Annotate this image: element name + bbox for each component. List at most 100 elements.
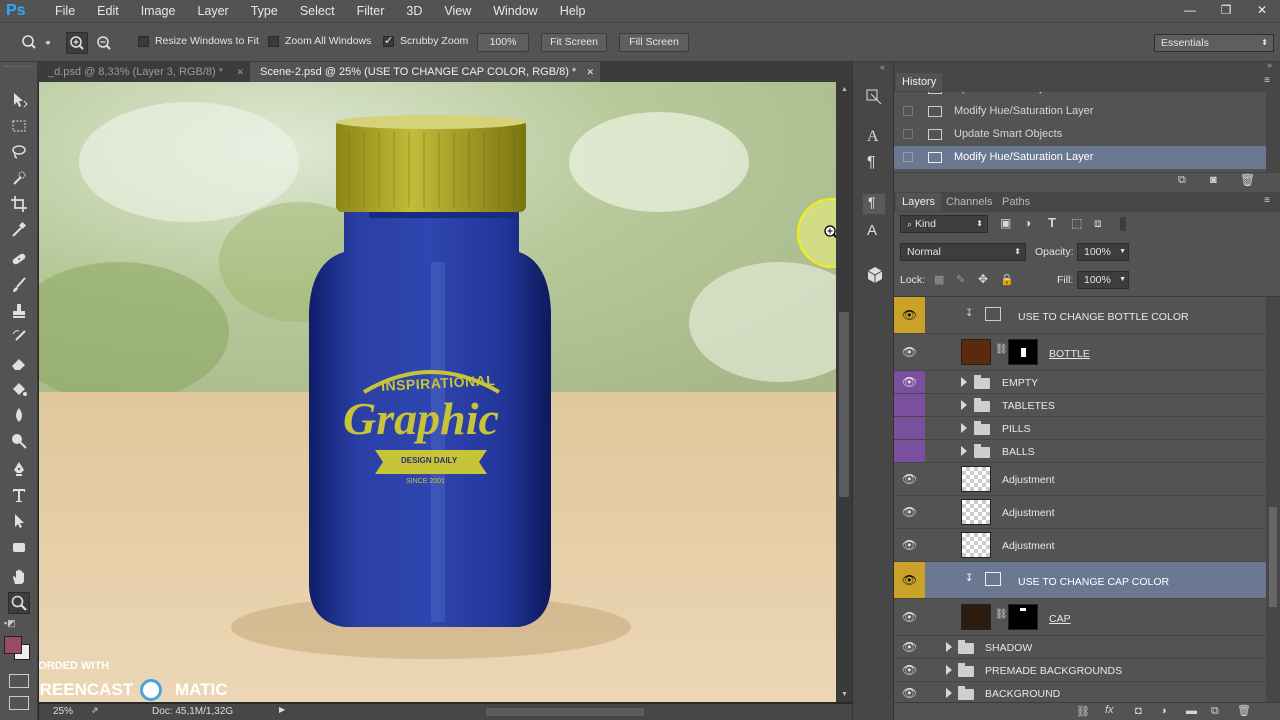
new-document-from-state-icon[interactable]: ⧉ [1178,174,1186,187]
chevron-down-icon[interactable]: ▼ [1119,272,1126,288]
zoom-all-checkbox[interactable] [268,36,279,47]
filter-smart-object-icon[interactable]: ⧈ [1094,216,1102,231]
filter-type-icon[interactable]: T [1048,215,1056,230]
visibility-eye-icon[interactable]: 👁 [894,562,925,598]
lock-transparent-icon[interactable]: ▦ [934,273,944,286]
history-source-checkbox[interactable] [903,152,913,162]
history-item[interactable]: Update Smart Objects [894,92,1266,100]
lock-all-icon[interactable]: 🔒 [1000,273,1014,286]
minimize-button[interactable]: — [1172,0,1208,22]
history-brush-tool-icon[interactable] [8,326,30,348]
brush-tool-icon[interactable] [8,274,30,296]
expand-triangle-icon[interactable] [961,400,967,410]
visibility-eye-icon[interactable]: 👁 [894,371,925,393]
new-layer-icon[interactable]: ⧉ [1211,705,1219,718]
move-tool-icon[interactable] [8,89,30,111]
menu-file[interactable]: File [44,0,86,22]
menu-help[interactable]: Help [549,0,597,22]
trash-icon[interactable]: 🗑 [1237,704,1251,717]
link-layers-icon[interactable]: ⛓ [1076,705,1090,718]
status-menu-icon[interactable]: ▶ [279,705,285,714]
filter-toggle[interactable] [1120,217,1126,231]
filter-pixel-icon[interactable]: ▣ [1000,216,1011,230]
paragraph-styles-icon[interactable]: ¶ [863,194,885,214]
trash-icon[interactable]: 🗑 [1240,173,1255,187]
tab-doc-2[interactable]: Scene-2.psd @ 25% (USE TO CHANGE CAP COL… [250,62,600,82]
visibility-eye-icon[interactable]: 👁 [894,529,925,561]
filter-shape-icon[interactable]: ⬚ [1071,216,1082,230]
maximize-button[interactable]: ❐ [1208,0,1244,22]
expand-panels-icon[interactable]: « [880,62,885,72]
3d-cube-icon[interactable] [866,266,884,287]
history-scrollbar[interactable] [1266,92,1280,172]
lasso-tool-icon[interactable] [8,141,30,163]
tab-history[interactable]: History [896,73,943,91]
layer-row-selected[interactable]: 👁 ↧ USE TO CHANGE CAP COLOR [894,562,1266,599]
history-source-checkbox[interactable] [903,106,913,116]
new-group-icon[interactable]: ▬ [1186,705,1197,717]
history-source-checkbox[interactable] [903,129,913,139]
hand-tool-icon[interactable] [8,566,30,588]
chevron-down-icon[interactable]: ▼ [1119,244,1126,260]
rectangle-tool-icon[interactable] [8,536,30,558]
screen-mode-icon[interactable] [9,696,29,710]
tab-doc-1[interactable]: _d.psd @ 8,33% (Layer 3, RGB/8) * ✕ [38,62,250,82]
zoom-100-button[interactable]: 100% [477,33,529,52]
menu-select[interactable]: Select [289,0,346,22]
visibility-eye-icon[interactable]: 👁 [894,682,925,702]
crop-tool-icon[interactable] [8,193,30,215]
layer-group-row[interactable]: BALLS [894,440,1266,463]
menu-type[interactable]: Type [240,0,289,22]
fill-screen-button[interactable]: Fill Screen [619,33,689,52]
menu-view[interactable]: View [433,0,482,22]
layer-group-row[interactable]: 👁 EMPTY [894,371,1266,394]
menu-edit[interactable]: Edit [86,0,130,22]
panel-menu-icon[interactable]: ≡ [1264,195,1270,206]
close-button[interactable]: ✕ [1244,0,1280,22]
expand-triangle-icon[interactable] [946,642,952,652]
tab-close-icon[interactable]: ✕ [236,62,244,82]
layer-group-row[interactable]: 👁 SHADOW [894,636,1266,659]
filter-adjustment-icon[interactable]: ◑ [1024,216,1031,230]
pen-tool-icon[interactable] [8,458,30,480]
layer-row[interactable]: 👁 ⛓ CAP [894,599,1266,636]
zoom-tool-icon[interactable] [8,592,30,614]
layers-scrollbar[interactable] [1266,297,1280,702]
scroll-thumb[interactable] [839,312,849,497]
visibility-eye-icon[interactable]: 👁 [894,463,925,495]
visibility-toggle[interactable] [894,440,925,462]
zoom-in-icon[interactable] [66,32,88,54]
workspace-select[interactable]: Essentials ⬍ [1154,34,1274,52]
quick-selection-tool-icon[interactable] [8,167,30,189]
tab-channels[interactable]: Channels [940,193,998,211]
visibility-eye-icon[interactable]: 👁 [894,334,925,370]
layer-row[interactable]: 👁 Adjustment [894,529,1266,562]
visibility-eye-icon[interactable]: 👁 [894,297,925,333]
menu-filter[interactable]: Filter [346,0,396,22]
lock-pixels-icon[interactable]: ✎ [956,273,965,286]
scroll-up-icon[interactable]: ▲ [841,86,848,93]
tab-paths[interactable]: Paths [996,193,1036,211]
default-colors-icon[interactable]: ▪◩ [4,618,16,629]
foreground-color-swatch[interactable] [4,636,22,654]
layer-style-fx-icon[interactable]: fx [1105,704,1114,716]
menu-layer[interactable]: Layer [186,0,239,22]
status-zoom[interactable]: 25% [53,706,73,717]
expand-triangle-icon[interactable] [961,377,967,387]
fill-input[interactable]: 100% ▼ [1077,271,1129,289]
glyphs-icon[interactable]: A [867,222,877,239]
type-tool-icon[interactable] [8,484,30,506]
fit-screen-button[interactable]: Fit Screen [541,33,607,52]
link-chain-icon[interactable]: ⛓ [995,344,1008,355]
visibility-toggle[interactable] [894,394,925,416]
layer-row[interactable]: 👁 ⛓ BOTTLE [894,334,1266,371]
blend-mode-select[interactable]: Normal ⬍ [900,243,1026,261]
zoom-tool-preset-icon[interactable] [20,34,52,55]
filter-kind-select[interactable]: ⌕ Kind ⬍ [900,215,988,233]
visibility-eye-icon[interactable]: 👁 [894,636,925,658]
horizontal-scroll-thumb[interactable] [486,708,644,716]
camera-snapshot-icon[interactable]: ◙ [1210,174,1217,186]
visibility-eye-icon[interactable]: 👁 [894,659,925,681]
character-styles-icon[interactable]: A [867,128,879,146]
history-item[interactable]: Update Smart Objects [894,123,1266,146]
